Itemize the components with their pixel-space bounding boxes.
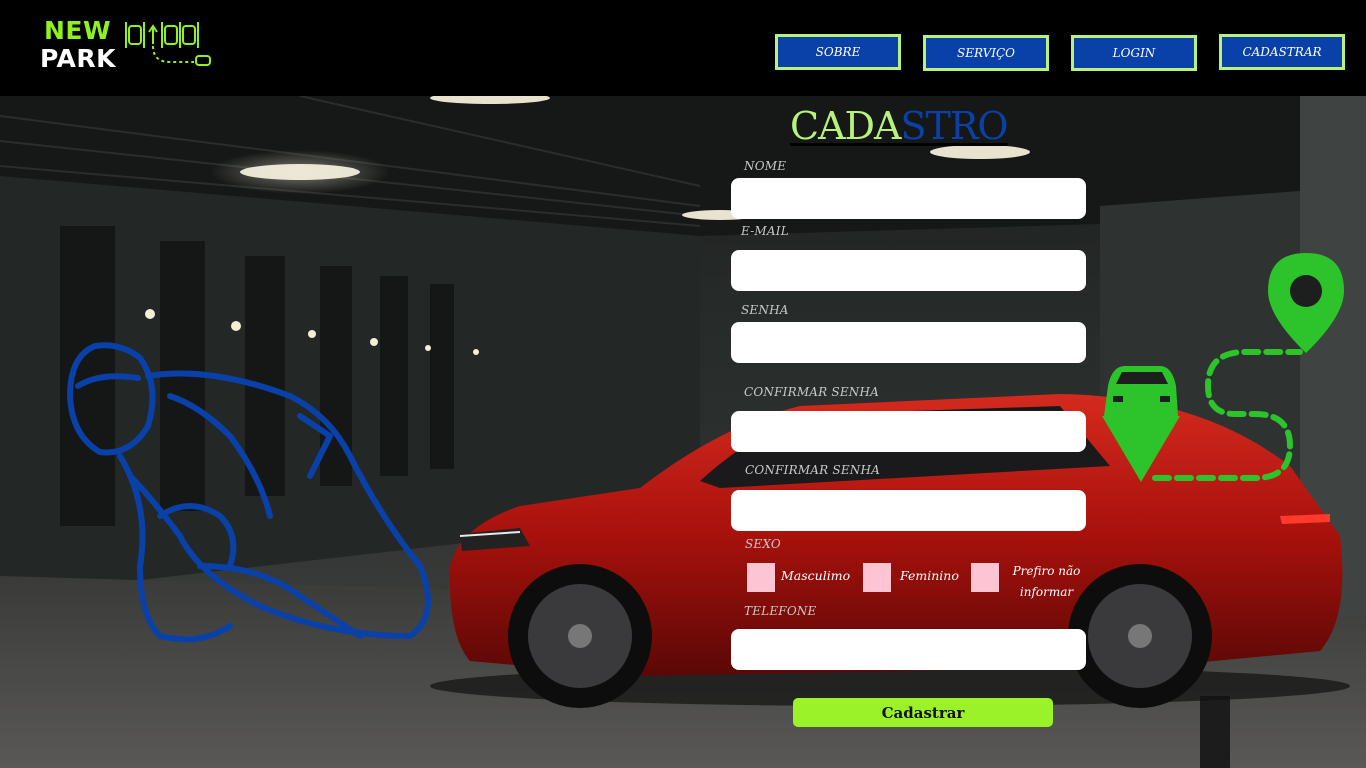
parking-lot-icon [125, 22, 211, 66]
email-input[interactable] [731, 250, 1086, 291]
option-masculino-label: Masculimo [781, 568, 851, 583]
label-nome: NOME [744, 159, 787, 173]
checkbox-feminino[interactable] [863, 563, 891, 592]
checkbox-prefiro-nao-informar[interactable] [971, 563, 999, 592]
confirmar-senha-input-1[interactable] [731, 411, 1086, 452]
confirmar-senha-input-2[interactable] [731, 490, 1086, 531]
nav-sobre-button[interactable]: SOBRE [775, 34, 901, 70]
nome-input[interactable] [731, 178, 1086, 219]
logo-word-new: NEW [44, 16, 112, 45]
logo-word-park: PARK [40, 44, 116, 73]
option-feminino-label: Feminino [900, 568, 959, 583]
title-part-2: STRO [900, 104, 1008, 148]
page: NEW PARK SOBRE SERVIÇO LOGIN CADASTRAR C… [0, 0, 1366, 768]
nav-cadastrar-button[interactable]: CADASTRAR [1219, 34, 1345, 70]
senha-input[interactable] [731, 322, 1086, 363]
label-senha: SENHA [741, 303, 789, 317]
cadastrar-submit-button[interactable]: Cadastrar [793, 698, 1053, 727]
form-title: CADASTRO [790, 104, 1009, 148]
nav-login-button[interactable]: LOGIN [1071, 35, 1197, 71]
label-telefone: TELEFONE [744, 604, 817, 618]
label-sexo: SEXO [745, 537, 781, 551]
background-garage-photo [0, 96, 1366, 768]
label-email: E-MAIL [741, 224, 789, 238]
title-part-1: CADA [790, 104, 901, 148]
label-confirmar-senha-2: CONFIRMAR SENHA [745, 463, 881, 477]
top-bar: NEW PARK SOBRE SERVIÇO LOGIN CADASTRAR [0, 0, 1366, 96]
option-prefiro-nao-informar-label: Prefiro não informar [1012, 564, 1081, 599]
logo[interactable]: NEW PARK [38, 14, 213, 76]
telefone-input[interactable] [731, 629, 1086, 670]
label-confirmar-senha-1: CONFIRMAR SENHA [744, 385, 880, 399]
checkbox-masculino[interactable] [747, 563, 775, 592]
nav-servico-button[interactable]: SERVIÇO [923, 35, 1049, 71]
